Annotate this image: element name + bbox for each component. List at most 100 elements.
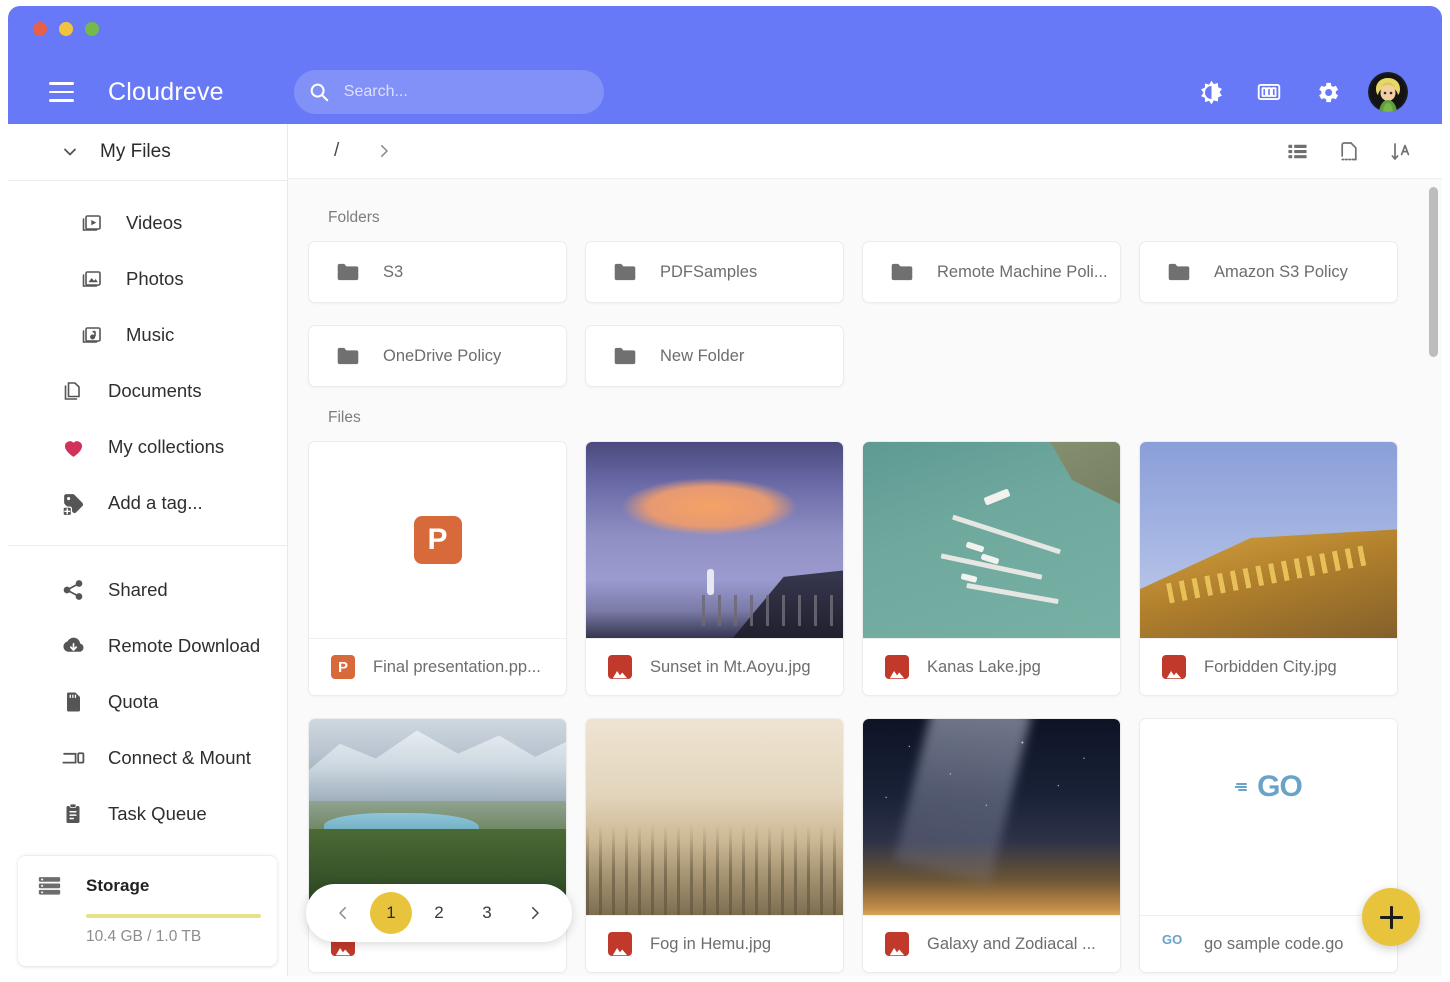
pagination: 1 2 3: [306, 884, 572, 942]
gear-icon[interactable]: [1310, 75, 1344, 109]
cloud-download-icon: [60, 633, 86, 659]
clipboard-list-icon: [60, 801, 86, 827]
sidebar-divider: [8, 545, 287, 546]
sidebar-nav: Videos Photos Music Documents My collect…: [8, 181, 287, 855]
storage-icon: [36, 872, 64, 900]
sidebar-item-label: Photos: [126, 268, 184, 289]
window-titlebar: Cloudreve Search...: [8, 6, 1442, 124]
minimize-window-button[interactable]: [59, 22, 73, 36]
storage-label: Storage: [86, 876, 150, 895]
documents-icon: [60, 378, 86, 404]
breadcrumb-toolbar: /: [288, 124, 1442, 179]
brightness-icon[interactable]: [1194, 75, 1228, 109]
breadcrumb-root[interactable]: /: [334, 140, 339, 162]
sidebar-item-add-a-tag[interactable]: Add a tag...: [8, 475, 287, 531]
sidebar-item-connect-mount[interactable]: Connect & Mount: [8, 730, 287, 786]
sidebar-item-label: Music: [126, 324, 175, 345]
pagination-next-button[interactable]: [514, 892, 556, 934]
file-thumbnail: [863, 719, 1120, 915]
file-name: Forbidden City.jpg: [1204, 657, 1337, 676]
pagination-page-1[interactable]: 1: [370, 892, 412, 934]
search-icon: [310, 83, 329, 102]
file-thumbnail: [1140, 442, 1397, 638]
pagination-page-3[interactable]: 3: [466, 892, 508, 934]
add-button[interactable]: [1362, 888, 1420, 946]
folder-card[interactable]: PDFSamples: [585, 241, 844, 303]
drive-icon[interactable]: [1252, 75, 1286, 109]
folder-card[interactable]: Remote Machine Poli...: [862, 241, 1121, 303]
powerpoint-icon: P: [331, 655, 355, 679]
folder-card[interactable]: OneDrive Policy: [308, 325, 567, 387]
pagination-page-2[interactable]: 2: [418, 892, 460, 934]
avatar[interactable]: [1368, 72, 1408, 112]
devices-icon: [60, 745, 86, 771]
file-name: go sample code.go: [1204, 934, 1344, 953]
maximize-window-button[interactable]: [85, 22, 99, 36]
sidebar-item-label: Task Queue: [108, 803, 207, 824]
main-content: / Folders S3 PDFSamples Remote Machine P…: [288, 124, 1442, 976]
sidebar: My Files Videos Photos Music Documents M…: [8, 124, 288, 976]
file-thumbnail: P: [309, 442, 566, 638]
folder-name: S3: [383, 262, 404, 281]
dashed-file-icon[interactable]: [1336, 139, 1362, 165]
sidebar-item-documents[interactable]: Documents: [8, 363, 287, 419]
storage-usage-text: 10.4 GB / 1.0 TB: [86, 928, 202, 945]
file-card[interactable]: Sunset in Mt.Aoyu.jpg: [585, 441, 844, 696]
sidebar-item-shared[interactable]: Shared: [8, 562, 287, 618]
folder-card[interactable]: Amazon S3 Policy: [1139, 241, 1398, 303]
folder-icon: [1168, 263, 1190, 281]
file-card[interactable]: Fog in Hemu.jpg: [585, 718, 844, 973]
avatar-icon: [1368, 72, 1408, 112]
file-card[interactable]: GO GO go sample code.go: [1139, 718, 1398, 973]
sidebar-section-label: My Files: [100, 141, 171, 162]
sidebar-item-label: Documents: [108, 380, 202, 401]
file-card[interactable]: Forbidden City.jpg: [1139, 441, 1398, 696]
image-icon: [608, 932, 632, 956]
sidebar-item-label: Add a tag...: [108, 492, 203, 513]
pagination-prev-button[interactable]: [322, 892, 364, 934]
folder-card[interactable]: S3: [308, 241, 567, 303]
folder-card[interactable]: New Folder: [585, 325, 844, 387]
file-name: Final presentation.pp...: [373, 657, 541, 676]
search-input[interactable]: Search...: [293, 70, 604, 114]
folders-section-title: Folders: [328, 209, 380, 226]
file-thumbnail: [863, 442, 1120, 638]
hamburger-icon[interactable]: [38, 69, 84, 115]
sidebar-item-label: Connect & Mount: [108, 747, 251, 768]
list-view-icon[interactable]: [1284, 139, 1310, 165]
chevron-right-icon[interactable]: [375, 142, 393, 160]
sidebar-section-my-files[interactable]: My Files: [8, 124, 287, 181]
sidebar-item-music[interactable]: Music: [8, 307, 287, 363]
close-window-button[interactable]: [33, 22, 47, 36]
photo-library-icon: [78, 266, 104, 292]
header-actions: [1194, 56, 1408, 128]
file-card[interactable]: P P Final presentation.pp...: [308, 441, 567, 696]
file-name: Fog in Hemu.jpg: [650, 934, 772, 953]
sidebar-item-remote-download[interactable]: Remote Download: [8, 618, 287, 674]
app-title: Cloudreve: [108, 77, 224, 106]
chevron-down-icon: [64, 148, 76, 156]
traffic-lights: [33, 22, 99, 36]
sidebar-item-my-collections[interactable]: My collections: [8, 419, 287, 475]
sd-card-icon: [60, 689, 86, 715]
go-logo-icon: GO: [1235, 770, 1303, 804]
file-thumbnail: GO: [1140, 719, 1397, 915]
folder-icon: [337, 263, 359, 281]
folder-icon: [614, 347, 636, 365]
sidebar-item-quota[interactable]: Quota: [8, 674, 287, 730]
storage-widget[interactable]: Storage 10.4 GB / 1.0 TB: [18, 855, 277, 966]
folder-icon: [614, 263, 636, 281]
vertical-scrollbar[interactable]: [1429, 187, 1438, 976]
file-card[interactable]: Kanas Lake.jpg: [862, 441, 1121, 696]
sidebar-item-photos[interactable]: Photos: [8, 251, 287, 307]
music-library-icon: [78, 322, 104, 348]
storage-progress-bar: [86, 914, 261, 918]
file-name: Sunset in Mt.Aoyu.jpg: [650, 657, 811, 676]
image-icon: [608, 655, 632, 679]
sidebar-item-videos[interactable]: Videos: [8, 195, 287, 251]
sort-alpha-icon[interactable]: [1388, 139, 1414, 165]
sidebar-item-task-queue[interactable]: Task Queue: [8, 786, 287, 842]
file-thumbnail: [586, 442, 843, 638]
file-card[interactable]: Galaxy and Zodiacal ...: [862, 718, 1121, 973]
add-tag-icon: [60, 490, 86, 516]
